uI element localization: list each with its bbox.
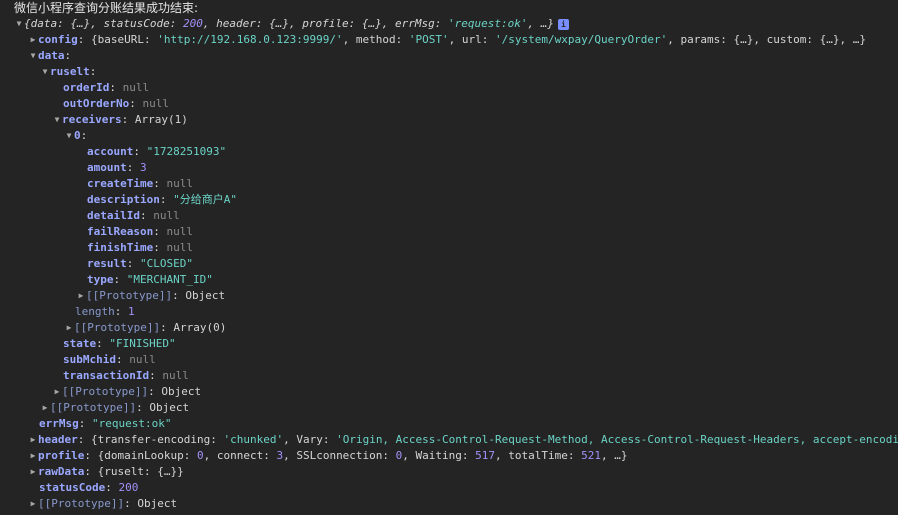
collapse-triangle-icon[interactable]: ▶ [28, 464, 38, 480]
expand-triangle-icon[interactable]: ▼ [14, 16, 24, 32]
amount-row: amount: 3 [87, 161, 147, 174]
finishtime-row: finishTime: null [87, 241, 193, 254]
receivers-prototype-row[interactable]: ▶ [[Prototype]]: Array(0) [64, 320, 227, 336]
config-url-value: '/system/wxpay/QueryOrder' [495, 33, 668, 46]
ruselt-row[interactable]: ▼ ruselt: [40, 64, 97, 80]
finishtime-value: null [166, 241, 193, 254]
receiver-index-key: 0 [74, 129, 81, 142]
detailid-row: detailId: null [87, 209, 180, 222]
root-prototype-row[interactable]: ▶ [[Prototype]]: Object [28, 496, 178, 512]
summary-status-value: 200 [182, 17, 203, 30]
summary-data-key: data [30, 17, 58, 30]
header-transfer-encoding-value: 'chunked' [223, 433, 284, 446]
collapse-triangle-icon[interactable]: ▶ [40, 400, 50, 416]
devtools-console: 微信小程序查询分账结果成功结束: ▼ {data: {…}, statusCode… [0, 0, 898, 515]
expand-triangle-icon[interactable]: ▼ [52, 112, 62, 128]
rawdata-key: rawData [38, 465, 85, 478]
profile-key: profile [38, 449, 85, 462]
receivers-value: Array(1) [134, 113, 188, 126]
submchid-row: subMchid: null [63, 353, 156, 366]
receivers-key: receivers [62, 113, 122, 126]
account-value: "1728251093" [146, 145, 227, 158]
header-key: header [38, 433, 78, 446]
account-row: account: "1728251093" [87, 145, 227, 158]
statuscode-value: 200 [118, 481, 139, 494]
summary-header-key: header [216, 17, 256, 30]
failreason-row: failReason: null [87, 225, 193, 238]
summary-status-key: statusCode [103, 17, 170, 30]
outorderno-row: outOrderNo: null [63, 97, 169, 110]
amount-value: 3 [140, 161, 147, 174]
summary-errmsg-value: 'request:ok' [447, 17, 528, 30]
expand-triangle-icon[interactable]: ▼ [64, 128, 74, 144]
collapse-triangle-icon[interactable]: ▶ [52, 384, 62, 400]
receivers-row[interactable]: ▼ receivers: Array(1) [52, 112, 188, 128]
config-key: config [38, 33, 78, 46]
object-summary-row[interactable]: ▼ {data: {…}, statusCode: 200, header: {…… [14, 16, 569, 32]
expand-triangle-icon[interactable]: ▼ [40, 64, 50, 80]
description-value: "分给商户A" [173, 193, 237, 206]
profile-row[interactable]: ▶ profile: {domainLookup: 0, connect: 3, … [28, 448, 628, 464]
collapse-triangle-icon[interactable]: ▶ [28, 32, 38, 48]
state-value: "FINISHED" [109, 337, 176, 350]
config-baseurl-value: 'http://192.168.0.123:9999/' [157, 33, 343, 46]
orderid-row: orderId: null [63, 81, 150, 94]
collapse-triangle-icon[interactable]: ▶ [76, 288, 86, 304]
type-value: "MERCHANT_ID" [126, 273, 213, 286]
rawdata-row[interactable]: ▶ rawData: {ruselt: {…}} [28, 464, 184, 480]
summary-errmsg-key: errMsg [394, 17, 435, 30]
info-icon[interactable]: i [557, 18, 569, 30]
log-title: 微信小程序查询分账结果成功结束: [14, 1, 199, 15]
length-row: length: 1 [75, 305, 135, 318]
header-row[interactable]: ▶ header: {transfer-encoding: 'chunked', … [28, 432, 898, 448]
failreason-value: null [166, 225, 193, 238]
receiver-item-row[interactable]: ▼ 0: [64, 128, 88, 144]
state-row: state: "FINISHED" [63, 337, 176, 350]
summary-profile-key: profile [302, 17, 349, 30]
header-vary-value: 'Origin, Access-Control-Request-Method, … [336, 433, 898, 446]
length-value: 1 [128, 305, 135, 318]
config-method-value: 'POST' [408, 33, 449, 46]
result-row: result: "CLOSED" [87, 257, 193, 270]
transactionid-value: null [162, 369, 189, 382]
collapse-triangle-icon[interactable]: ▶ [28, 432, 38, 448]
type-row: type: "MERCHANT_ID" [87, 273, 213, 286]
collapse-triangle-icon[interactable]: ▶ [28, 448, 38, 464]
detailid-value: null [153, 209, 180, 222]
receiver-prototype-row[interactable]: ▶ [[Prototype]]: Object [76, 288, 226, 304]
submchid-value: null [129, 353, 156, 366]
errmsg-value: "request:ok" [92, 417, 172, 430]
config-row[interactable]: ▶ config: {baseURL: 'http://192.168.0.123… [28, 32, 866, 48]
ruselt-prototype-row[interactable]: ▶ [[Prototype]]: Object [52, 384, 202, 400]
collapse-triangle-icon[interactable]: ▶ [28, 496, 38, 512]
statuscode-row: statusCode: 200 [39, 481, 139, 494]
ruselt-key: ruselt [50, 65, 90, 78]
data-row[interactable]: ▼ data: [28, 48, 72, 64]
data-prototype-row[interactable]: ▶ [[Prototype]]: Object [40, 400, 190, 416]
data-key: data [38, 49, 65, 62]
errmsg-row: errMsg: "request:ok" [39, 417, 172, 430]
createtime-value: null [166, 177, 193, 190]
result-value: "CLOSED" [140, 257, 193, 270]
createtime-row: createTime: null [87, 177, 193, 190]
collapse-triangle-icon[interactable]: ▶ [64, 320, 74, 336]
description-row: description: "分给商户A" [87, 193, 237, 206]
expand-triangle-icon[interactable]: ▼ [28, 48, 38, 64]
outorderno-value: null [142, 97, 169, 110]
console-log-message: 微信小程序查询分账结果成功结束: [14, 0, 198, 16]
transactionid-row: transactionId: null [63, 369, 189, 382]
orderid-value: null [122, 81, 150, 94]
